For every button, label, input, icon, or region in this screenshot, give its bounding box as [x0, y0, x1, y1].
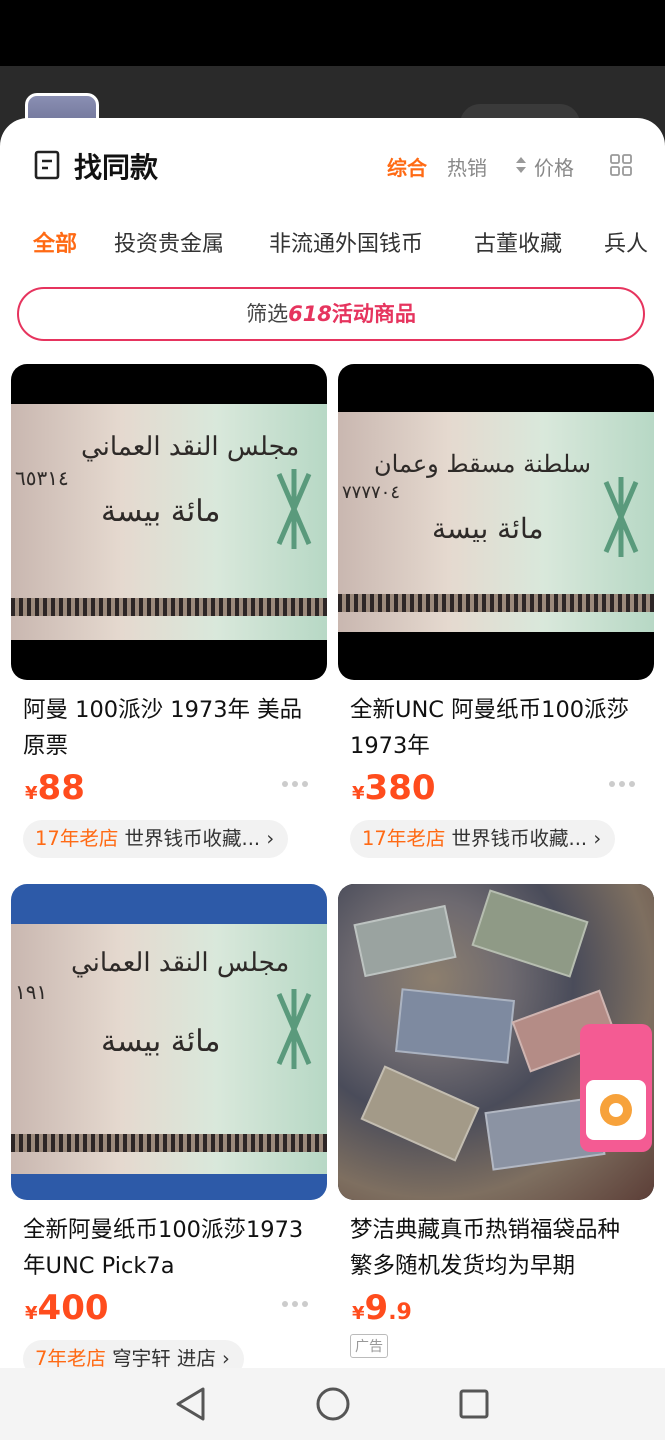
currency-symbol: ¥: [352, 783, 365, 804]
recents-nav-icon[interactable]: [458, 1388, 490, 1420]
price-decimal: .9: [388, 1300, 412, 1325]
sort-hot-sales[interactable]: 热销: [447, 152, 487, 181]
product-card[interactable]: 梦洁典藏真币热销福袋品种繁多随机发货均为早期 ¥9.9 广告: [338, 884, 654, 1358]
product-title[interactable]: 阿曼 100派沙 1973年 美品原票: [11, 692, 327, 764]
list-icon: [34, 150, 60, 180]
price-value: 380: [364, 768, 436, 808]
filter-618-label: 618: [288, 302, 332, 326]
system-nav-bar: [0, 1368, 665, 1440]
banknote-text: سلطنة مسقط وعمان: [374, 450, 592, 478]
sheet-header: 找同款 综合 热销 价格: [0, 118, 665, 212]
shop-name: 穹宇轩 进店: [112, 1347, 216, 1370]
shop-link[interactable]: 17年老店 世界钱币收藏... ›: [23, 820, 289, 858]
sort-comprehensive[interactable]: 综合: [387, 152, 427, 181]
more-dots-icon[interactable]: [608, 780, 636, 788]
category-tabs: 全部 投资贵金属 非流通外国钱币 古董收藏 兵人: [0, 218, 665, 264]
tab-soldiers[interactable]: 兵人: [604, 226, 648, 258]
price-value: 9: [364, 1288, 389, 1328]
emblem-icon: [276, 989, 312, 1069]
banknote-border: [338, 594, 654, 612]
more-dots-icon[interactable]: [281, 1300, 309, 1308]
shop-name: 世界钱币收藏...: [124, 827, 261, 850]
currency-symbol: ¥: [25, 783, 38, 804]
find-similar-sheet: 找同款 综合 热销 价格 全部 投资贵金属 非流通外国钱币 古董收藏 兵人 筛选…: [0, 118, 665, 1440]
tab-all[interactable]: 全部: [33, 226, 77, 258]
product-image[interactable]: سلطنة مسقط وعمان مائة بيسة ٧٧٧٧٠٤: [338, 364, 654, 680]
ad-label: 广告: [350, 1334, 388, 1358]
price-value: 400: [37, 1288, 109, 1328]
currency-symbol: ¥: [25, 1303, 38, 1324]
banknote-border: [11, 598, 327, 616]
page-title: 找同款: [74, 151, 159, 184]
product-price: ¥9.9: [338, 1288, 654, 1330]
product-card[interactable]: مجلس النقد العماني مائة بيسة ٦٥٣١٤ 阿曼 10…: [11, 364, 327, 862]
price-value: 88: [37, 768, 85, 808]
product-card[interactable]: سلطنة مسقط وعمان مائة بيسة ٧٧٧٧٠٤ 全新UNC …: [338, 364, 654, 862]
sort-price[interactable]: 价格: [534, 152, 574, 181]
banknote-serial: ٧٧٧٧٠٤: [342, 482, 401, 503]
shop-age: 7年老店: [35, 1347, 106, 1370]
banknote-serial: ١٩١: [15, 980, 48, 1004]
filter-618-button[interactable]: 筛选618活动商品: [17, 287, 645, 341]
emblem-icon: [603, 477, 639, 557]
product-image[interactable]: مجلس النقد العماني مائة بيسة ١٩١: [11, 884, 327, 1200]
tab-precious-metals[interactable]: 投资贵金属: [114, 226, 224, 258]
shop-age: 17年老店: [35, 827, 119, 850]
banknote-border: [11, 1134, 327, 1152]
banknote-denomination: مائة بيسة: [101, 1024, 221, 1059]
status-bar: [0, 0, 665, 66]
product-price: ¥380: [338, 768, 654, 810]
product-price: ¥88: [11, 768, 327, 810]
more-dots-icon[interactable]: [281, 780, 309, 788]
sort-arrows-icon[interactable]: [514, 154, 528, 176]
promo-badge-icon[interactable]: [576, 1020, 654, 1160]
product-title[interactable]: 梦洁典藏真币热销福袋品种繁多随机发货均为早期: [338, 1212, 654, 1284]
filter-prefix: 筛选: [246, 302, 289, 326]
grid-view-icon[interactable]: [610, 154, 632, 176]
product-price: ¥400: [11, 1288, 327, 1330]
banknote-text: مجلس النقد العماني: [71, 948, 290, 978]
chevron-right-icon: ›: [593, 827, 602, 850]
tab-foreign-coins[interactable]: 非流通外国钱币: [269, 226, 423, 258]
banknote-image: مجلس النقد العماني مائة بيسة ١٩١: [11, 924, 327, 1174]
product-title[interactable]: 全新阿曼纸币100派莎1973年UNC Pick7a: [11, 1212, 327, 1284]
banknote-denomination: مائة بيسة: [101, 494, 221, 529]
banknote-denomination: مائة بيسة: [432, 512, 544, 545]
currency-symbol: ¥: [352, 1303, 365, 1324]
home-nav-icon[interactable]: [315, 1386, 351, 1422]
filter-suffix: 活动商品: [331, 302, 416, 326]
shop-age: 17年老店: [362, 827, 446, 850]
banknote-image: مجلس النقد العماني مائة بيسة ٦٥٣١٤: [11, 404, 327, 640]
chevron-right-icon: ›: [222, 1347, 230, 1370]
product-image[interactable]: مجلس النقد العماني مائة بيسة ٦٥٣١٤: [11, 364, 327, 680]
shop-name: 世界钱币收藏...: [451, 827, 588, 850]
banknote-serial: ٦٥٣١٤: [15, 466, 69, 490]
banknote-image: سلطنة مسقط وعمان مائة بيسة ٧٧٧٧٠٤: [338, 412, 654, 632]
back-nav-icon[interactable]: [173, 1386, 207, 1422]
tab-antiques[interactable]: 古董收藏: [474, 226, 562, 258]
product-image[interactable]: [338, 884, 654, 1200]
product-title[interactable]: 全新UNC 阿曼纸币100派莎1973年: [338, 692, 654, 764]
banknote-text: مجلس النقد العماني: [81, 432, 300, 462]
chevron-right-icon: ›: [266, 827, 275, 850]
product-card[interactable]: مجلس النقد العماني مائة بيسة ١٩١ 全新阿曼纸币1…: [11, 884, 327, 1382]
emblem-icon: [276, 469, 312, 549]
shop-link[interactable]: 17年老店 世界钱币收藏... ›: [350, 820, 616, 858]
